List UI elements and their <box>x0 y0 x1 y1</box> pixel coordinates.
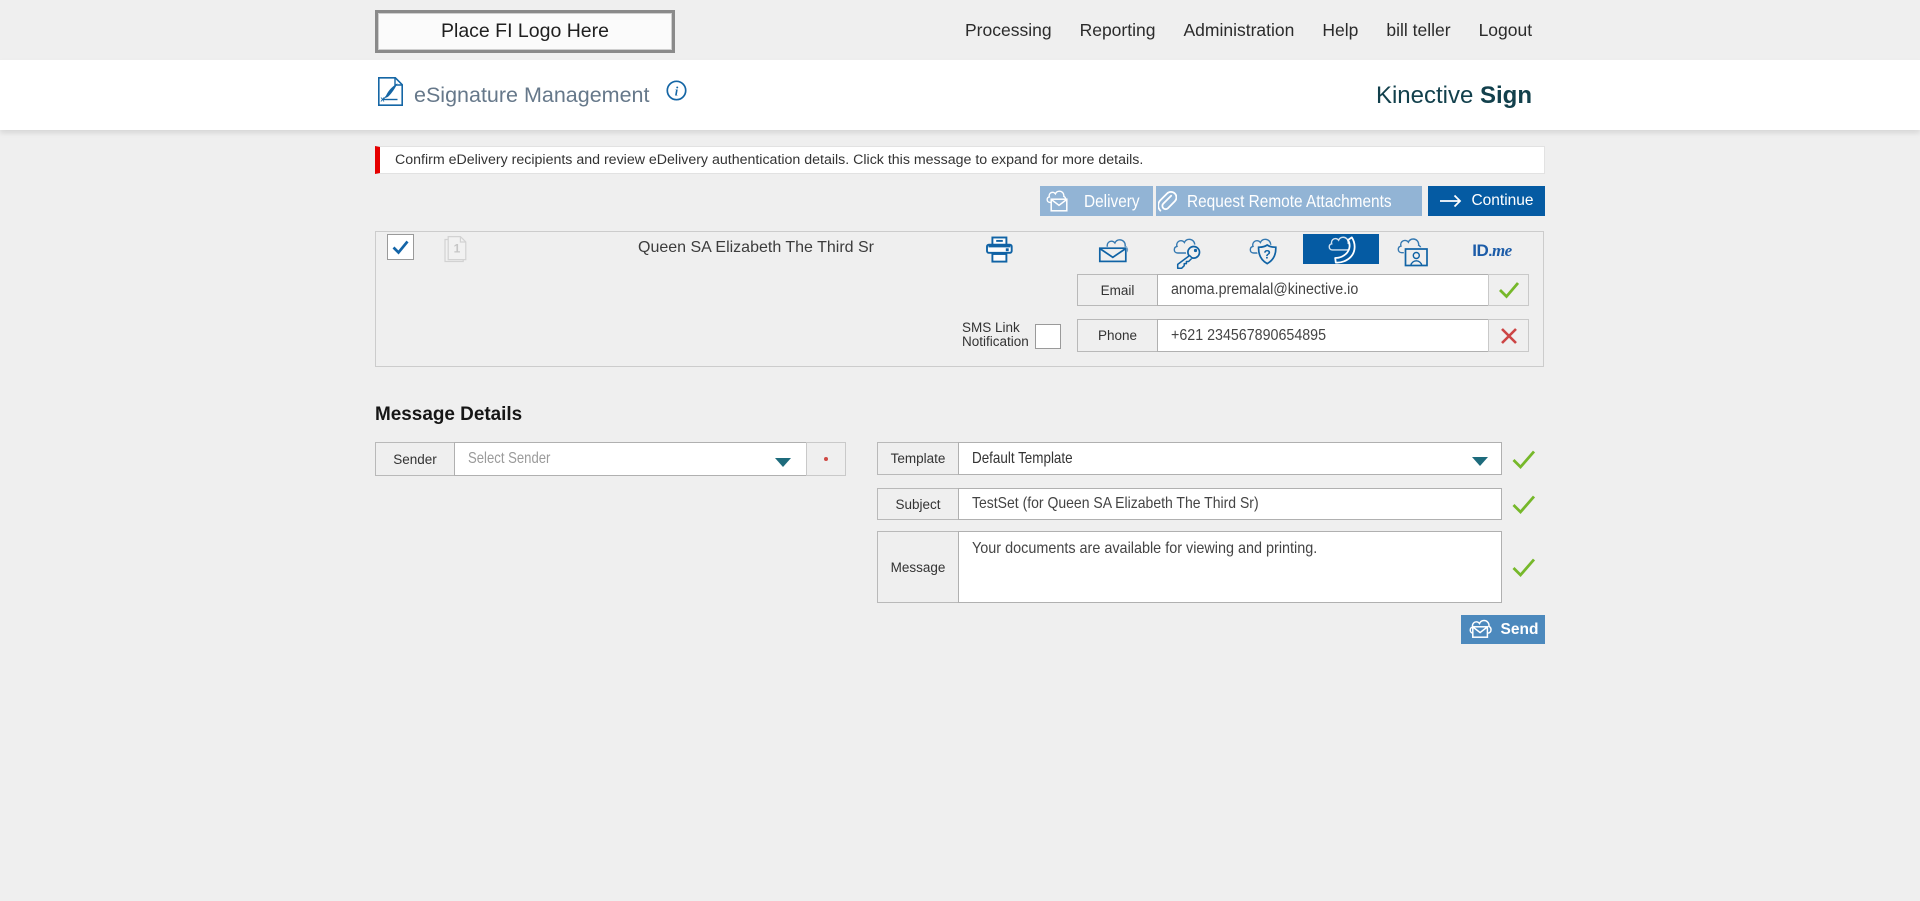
svg-text:1: 1 <box>454 242 461 256</box>
svg-text:?: ? <box>1264 247 1271 261</box>
svg-text:x: x <box>381 97 385 104</box>
svg-text:i: i <box>675 85 679 99</box>
